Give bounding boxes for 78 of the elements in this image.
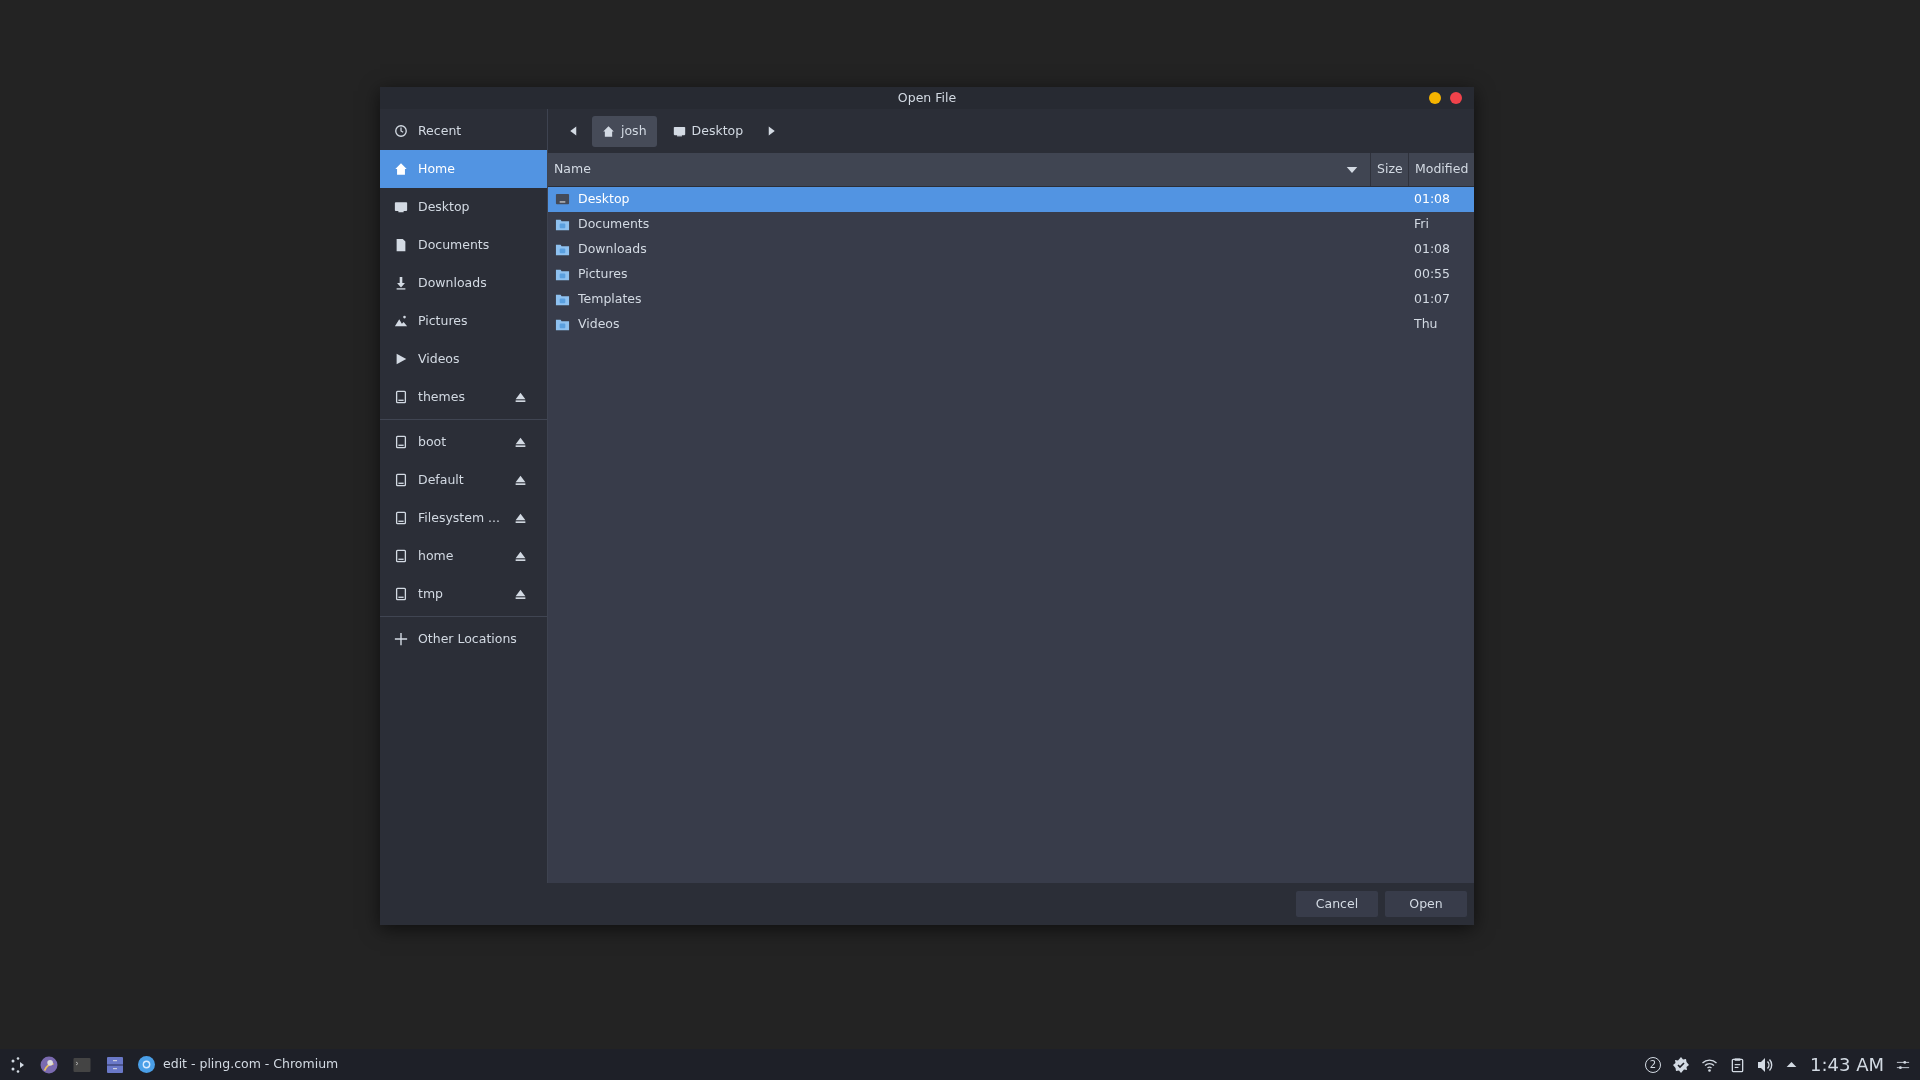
path-segment[interactable]: Desktop: [662, 115, 754, 147]
cabinet-icon: [106, 1055, 124, 1074]
launcher-icon: [10, 1056, 26, 1073]
sidebar-item[interactable]: Default: [380, 461, 547, 499]
clock-icon: [394, 124, 408, 138]
eject-icon: [514, 511, 527, 525]
sidebar-item[interactable]: tmp: [380, 575, 547, 613]
drive-icon: [394, 511, 408, 525]
sidebar-item[interactable]: home: [380, 537, 547, 575]
window-title: Open File: [897, 88, 957, 107]
eject-icon: [514, 549, 527, 563]
monitor-icon: [394, 200, 408, 214]
down-arrow-icon: [394, 276, 408, 290]
folder-icon: [555, 267, 570, 282]
terminal-icon: [72, 1055, 92, 1074]
sidebar-item[interactable]: Documents: [380, 226, 547, 264]
column-header[interactable]: Name: [548, 153, 1370, 186]
mountain-icon: [394, 314, 408, 328]
play-icon: [394, 352, 408, 366]
column-header[interactable]: Modified: [1408, 153, 1474, 186]
modified-time: Thu: [1413, 315, 1439, 334]
round-app-icon: [138, 1056, 155, 1073]
sidebar-item[interactable]: Videos: [380, 340, 547, 378]
file-row[interactable]: Documents Fri: [548, 212, 1474, 237]
folder-icon: [555, 217, 570, 232]
close-button[interactable]: [1450, 92, 1462, 104]
sidebar-item[interactable]: boot: [380, 423, 547, 461]
sidebar-item[interactable]: Pictures: [380, 302, 547, 340]
eject-icon: [514, 435, 527, 449]
drive-icon: [394, 435, 408, 449]
folder-icon: [555, 292, 570, 307]
file-name: Pictures: [578, 265, 628, 284]
clipboard-icon: [1730, 1056, 1745, 1073]
file-name: Downloads: [578, 240, 647, 259]
sidebar-item[interactable]: themes: [380, 378, 547, 416]
minimize-button[interactable]: [1429, 92, 1441, 104]
drive-icon: [394, 549, 408, 563]
monitor-icon: [672, 124, 686, 138]
folder-icon: [555, 317, 570, 332]
taskbar-task[interactable]: edit - pling.com - Chromium: [138, 1055, 339, 1074]
file-name: Videos: [578, 315, 620, 334]
file-name: Desktop: [578, 190, 630, 209]
speaker-icon: [1757, 1056, 1773, 1073]
drive-icon: [394, 473, 408, 487]
clock: 1:43 AM: [1810, 1053, 1884, 1077]
dialog-button[interactable]: Open: [1384, 890, 1468, 918]
wifi-icon: [1701, 1056, 1718, 1073]
eject-icon: [514, 587, 527, 601]
folder-icon: [555, 242, 570, 257]
house-icon: [602, 124, 615, 138]
plus-icon: [394, 632, 408, 646]
file-row[interactable]: Templates 01:07: [548, 287, 1474, 312]
document-icon: [394, 238, 408, 252]
file-row[interactable]: Videos Thu: [548, 312, 1474, 337]
dialog-button[interactable]: Cancel: [1295, 890, 1379, 918]
sidebar-item[interactable]: Downloads: [380, 264, 547, 302]
eject-icon: [514, 473, 527, 487]
modified-time: 01:08: [1413, 240, 1452, 259]
modified-time: Fri: [1413, 215, 1430, 234]
drive-icon: [394, 390, 408, 404]
sidebar-item[interactable]: Recent: [380, 112, 547, 150]
drive-icon: [394, 587, 408, 601]
sidebar-item[interactable]: Filesystem ...: [380, 499, 547, 537]
eject-icon: [514, 390, 527, 404]
column-header[interactable]: Size: [1370, 153, 1408, 186]
modified-time: 01:07: [1413, 290, 1452, 309]
gear-check-icon: [1673, 1056, 1689, 1073]
monitor-icon: [555, 192, 570, 207]
modified-time: 01:08: [1413, 190, 1452, 209]
path-segment[interactable]: josh: [592, 115, 657, 147]
sidebar-item[interactable]: Other Locations: [380, 620, 547, 658]
sidebar-item[interactable]: Desktop: [380, 188, 547, 226]
house-icon: [394, 162, 408, 176]
file-name: Templates: [578, 290, 642, 309]
file-row[interactable]: Downloads 01:08: [548, 237, 1474, 262]
modified-time: 00:55: [1413, 265, 1452, 284]
file-name: Documents: [578, 215, 650, 234]
file-row[interactable]: Pictures 00:55: [548, 262, 1474, 287]
